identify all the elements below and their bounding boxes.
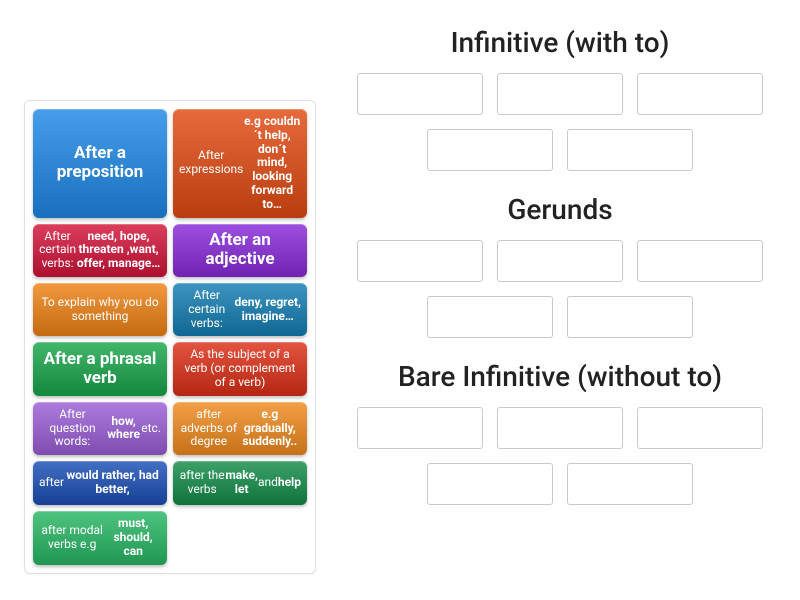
drop-slot[interactable]: [357, 407, 483, 449]
category-infinitive_to: Infinitive (with to): [340, 26, 780, 171]
category-gerunds: Gerunds: [340, 193, 780, 338]
drop-slot[interactable]: [357, 240, 483, 282]
drop-slot[interactable]: [497, 73, 623, 115]
card-c6[interactable]: After certain verbs: deny, regret, imagi…: [173, 283, 307, 336]
category-bare_infinitive: Bare Infinitive (without to): [340, 360, 780, 505]
drop-slot[interactable]: [427, 296, 553, 338]
category-slots: [340, 73, 780, 171]
drop-slot[interactable]: [427, 129, 553, 171]
drop-slot[interactable]: [497, 240, 623, 282]
card-tray: After a prepositionAfter expressions e.g…: [24, 100, 316, 574]
drop-slot[interactable]: [427, 463, 553, 505]
card-c13[interactable]: after modal verbs e.g must, should, can: [33, 511, 167, 564]
card-c12[interactable]: after the verbs make, let and help: [173, 461, 307, 505]
drop-slot[interactable]: [567, 296, 693, 338]
category-title: Gerunds: [340, 193, 780, 226]
card-c9[interactable]: After question words: how, where etc.: [33, 402, 167, 455]
category-title: Bare Infinitive (without to): [340, 360, 780, 393]
card-c8[interactable]: As the subject of a verb (or complement …: [173, 342, 307, 395]
drop-slot[interactable]: [497, 407, 623, 449]
drop-slot[interactable]: [357, 73, 483, 115]
categories-area: Infinitive (with to) Gerunds Bare Infiniti…: [340, 26, 780, 527]
card-c10[interactable]: after adverbs of degree e.g gradually, s…: [173, 402, 307, 455]
drop-slot[interactable]: [567, 129, 693, 171]
drop-slot[interactable]: [637, 407, 763, 449]
card-tray-grid: After a prepositionAfter expressions e.g…: [33, 109, 307, 565]
drop-slot[interactable]: [567, 463, 693, 505]
card-c11[interactable]: after would rather, had better,: [33, 461, 167, 505]
category-title: Infinitive (with to): [340, 26, 780, 59]
card-c2[interactable]: After expressions e.g couldn´t help, don…: [173, 109, 307, 218]
card-c3[interactable]: After certain verbs: need, hope, threate…: [33, 224, 167, 277]
card-c7[interactable]: After a phrasal verb: [33, 342, 167, 395]
card-c5[interactable]: To explain why you do something: [33, 283, 167, 336]
category-slots: [340, 407, 780, 505]
card-c4[interactable]: After an adjective: [173, 224, 307, 277]
drop-slot[interactable]: [637, 73, 763, 115]
card-c1[interactable]: After a preposition: [33, 109, 167, 218]
drop-slot[interactable]: [637, 240, 763, 282]
category-slots: [340, 240, 780, 338]
